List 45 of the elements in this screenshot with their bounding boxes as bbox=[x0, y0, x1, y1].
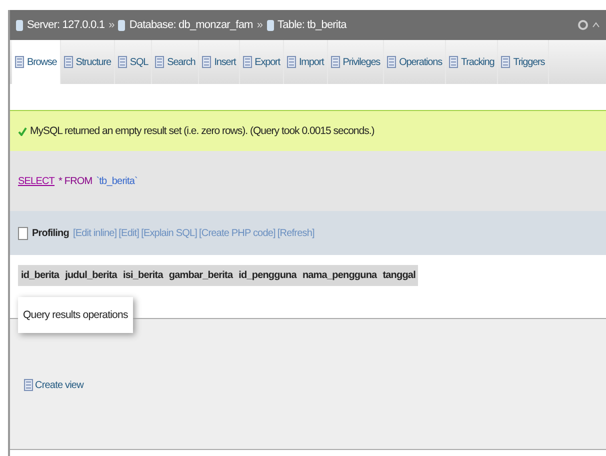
list-icon bbox=[155, 56, 164, 68]
check-icon bbox=[18, 126, 27, 136]
list-icon bbox=[286, 56, 296, 68]
sql-keyword[interactable]: SELECT bbox=[18, 176, 55, 186]
tab[interactable]: Tracking bbox=[446, 40, 498, 84]
panel-legend: Query results operations bbox=[18, 297, 133, 333]
column-header[interactable]: id_berita bbox=[18, 265, 62, 286]
list-icon bbox=[24, 379, 33, 391]
list-icon bbox=[330, 56, 340, 68]
list-icon bbox=[202, 56, 212, 68]
collapse-icon[interactable] bbox=[592, 21, 600, 29]
sql-text: * FROM bbox=[58, 176, 92, 186]
sql-table-name: `tb_berita` bbox=[96, 176, 138, 186]
list-icon bbox=[242, 56, 252, 68]
column-header[interactable]: tanggal bbox=[380, 265, 418, 286]
column-header[interactable]: isi_berita bbox=[120, 265, 166, 286]
message-text: MySQL returned an empty result set (i.e. zero rows). (Query took 0.0015 seconds.) bbox=[30, 125, 374, 137]
list-icon bbox=[387, 56, 396, 68]
column-header[interactable]: gambar_berita bbox=[166, 265, 236, 286]
breadcrumb-separator: » bbox=[108, 19, 114, 31]
tab[interactable]: Import bbox=[284, 40, 328, 84]
tab[interactable]: SQL bbox=[114, 40, 152, 84]
column-header[interactable]: id_pengguna bbox=[236, 265, 300, 286]
breadcrumb-separator: » bbox=[256, 19, 263, 31]
list-icon bbox=[118, 56, 127, 68]
create-view-link[interactable]: Create view bbox=[24, 379, 84, 391]
breadcrumb-link[interactable]: Server: 127.0.0.1 bbox=[27, 19, 105, 31]
list-icon bbox=[501, 56, 510, 68]
tab[interactable]: Triggers bbox=[498, 40, 549, 84]
list-icon bbox=[449, 56, 458, 68]
tab[interactable]: Insert bbox=[199, 40, 240, 84]
column-header[interactable]: judul_berita bbox=[62, 265, 120, 286]
list-icon bbox=[64, 56, 73, 68]
tab[interactable]: Privileges bbox=[328, 40, 384, 84]
column-header[interactable]: nama_pengguna bbox=[299, 265, 380, 286]
tab[interactable]: Export bbox=[240, 40, 284, 84]
profiling-checkbox[interactable] bbox=[18, 226, 28, 240]
breadcrumb-link[interactable]: Database: db_monzar_fam bbox=[129, 19, 253, 31]
tab[interactable]: Search bbox=[152, 40, 200, 84]
list-icon bbox=[15, 56, 24, 68]
tab[interactable]: Operations bbox=[384, 40, 446, 84]
breadcrumb-link[interactable]: Table: tb_berita bbox=[278, 19, 346, 31]
tab[interactable]: Browse bbox=[12, 40, 61, 84]
profiling-label: Profiling bbox=[32, 228, 69, 238]
tab[interactable]: Structure bbox=[60, 40, 115, 84]
